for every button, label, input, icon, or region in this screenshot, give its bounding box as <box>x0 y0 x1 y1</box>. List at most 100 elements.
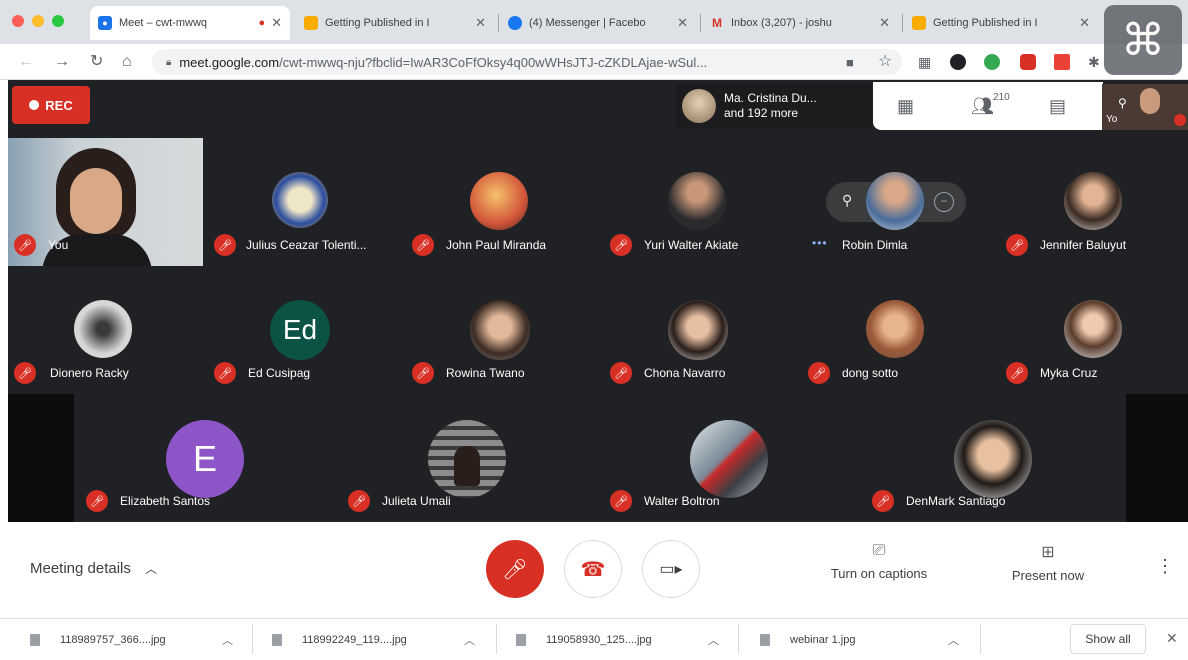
tab-divider <box>700 14 701 32</box>
tab-gmail[interactable]: M Inbox (3,207) - joshu ✕ <box>702 6 898 40</box>
participant-avatar[interactable] <box>954 420 1032 498</box>
tab-meet[interactable]: ● Meet – cwt-mwwq ● ✕ <box>90 6 290 40</box>
extension-4-icon[interactable] <box>1054 54 1070 70</box>
show-all-downloads-button[interactable]: Show all <box>1070 624 1146 654</box>
file-icon <box>516 634 526 646</box>
pin-icon[interactable]: ⚲ <box>1118 96 1127 110</box>
present-now-button[interactable]: ⊞ Present now <box>1000 542 1096 583</box>
close-tab-icon[interactable]: ✕ <box>271 15 282 31</box>
participant-name: John Paul Miranda <box>446 238 547 252</box>
muted-mic-icon: 🎤︎ <box>214 362 236 384</box>
chevron-up-icon[interactable]: ︿ <box>948 632 959 648</box>
participant-name: Rowina Twano <box>446 366 525 380</box>
chevron-up-icon[interactable]: ︿ <box>222 632 233 648</box>
participant-avatar[interactable] <box>668 172 726 230</box>
download-item[interactable]: 118992249_119....jpg ︿ <box>272 628 484 652</box>
self-thumb-label: Yo <box>1106 114 1118 125</box>
gmail-favicon-icon: M <box>712 16 722 30</box>
tab-divider <box>902 14 903 32</box>
browser-tab-strip: ● Meet – cwt-mwwq ● ✕ Getting Published … <box>0 0 1188 44</box>
participant-name: Julius Ceazar Tolenti... <box>246 238 367 252</box>
extension-2-icon[interactable] <box>984 54 1000 70</box>
close-tab-icon[interactable]: ✕ <box>475 15 486 31</box>
close-tab-icon[interactable]: ✕ <box>1079 15 1090 31</box>
active-speaker-panel[interactable]: Ma. Cristina Du... and 192 more <box>676 84 872 128</box>
participant-name: Yuri Walter Akiate <box>644 238 739 252</box>
chat-icon[interactable]: ▤ <box>1049 96 1066 117</box>
hang-up-icon: ☎︎ <box>580 558 606 581</box>
extension-1-icon[interactable] <box>950 54 966 70</box>
participant-avatar[interactable] <box>470 172 528 230</box>
leave-call-button[interactable]: ☎︎ <box>564 540 622 598</box>
participant-name: Ed Cusipag <box>248 366 311 380</box>
download-item[interactable]: webinar 1.jpg ︿ <box>760 628 966 652</box>
participant-avatar[interactable] <box>1064 300 1122 358</box>
muted-mic-icon: 🎤︎ <box>412 234 434 256</box>
self-thumb-face <box>1140 88 1160 114</box>
grid-left-edge <box>8 394 74 522</box>
participants-icon[interactable]: 👥︎ <box>971 96 994 117</box>
meeting-details-button[interactable]: Meeting details ︿ <box>30 560 157 577</box>
close-tab-icon[interactable]: ✕ <box>879 15 890 31</box>
extension-3-icon[interactable] <box>1020 54 1036 70</box>
bookmark-star-icon[interactable]: ☆ <box>878 52 892 72</box>
participants-count: 210 <box>993 92 1010 103</box>
layout-grid-icon[interactable]: ▦ <box>897 96 914 117</box>
download-item[interactable]: 119058930_125....jpg ︿ <box>516 628 728 652</box>
more-options-icon[interactable]: ⋮ <box>1156 556 1174 577</box>
participant-avatar[interactable] <box>74 300 132 358</box>
tab-getting-published-1[interactable]: Getting Published in I ✕ <box>296 6 494 40</box>
video-camera-icon: ▭▸ <box>659 561 683 578</box>
meet-top-controls: ▦ 👥︎ 210 ▤ <box>873 82 1103 130</box>
participant-avatar[interactable] <box>272 172 328 228</box>
speaker-others-count: and 192 more <box>724 106 799 120</box>
participant-avatar[interactable] <box>1064 172 1122 230</box>
speaking-dots-icon: ••• <box>812 236 828 250</box>
download-item[interactable]: 118989757_366....jpg ︿ <box>30 628 242 652</box>
close-tab-icon[interactable]: ✕ <box>677 15 688 31</box>
self-video-tile[interactable] <box>8 138 203 266</box>
file-icon <box>760 634 770 646</box>
chevron-up-icon[interactable]: ︿ <box>708 632 719 648</box>
participant-avatar[interactable] <box>866 300 924 358</box>
muted-mic-icon: 🎤︎ <box>86 490 108 512</box>
back-icon[interactable]: ← <box>18 52 34 72</box>
reload-icon[interactable]: ↻ <box>90 52 103 72</box>
muted-mic-icon: 🎤︎ <box>1006 362 1028 384</box>
address-bar[interactable]: 🔒︎ meet.google.com/cwt-mwwq-nju?fbclid=I… <box>152 49 902 75</box>
tab-messenger[interactable]: (4) Messenger | Facebo ✕ <box>500 6 696 40</box>
participant-name-self: You <box>48 238 69 252</box>
participant-avatar[interactable] <box>470 300 530 360</box>
participant-avatar[interactable] <box>866 172 924 230</box>
remove-participant-icon[interactable]: − <box>934 192 954 212</box>
participant-avatar[interactable] <box>690 420 768 498</box>
present-screen-icon: ⊞ <box>1041 544 1055 561</box>
notification-badge <box>1174 114 1186 126</box>
camera-in-use-icon[interactable]: ■ <box>846 53 854 73</box>
participant-name: Elizabeth Santos <box>120 494 211 508</box>
home-icon[interactable]: ⌂ <box>122 52 132 72</box>
chevron-up-icon[interactable]: ︿ <box>464 632 475 648</box>
pin-participant-icon[interactable]: ⚲ <box>842 192 852 209</box>
camera-toggle-button[interactable]: ▭▸ <box>642 540 700 598</box>
muted-mic-icon: 🎤︎ <box>808 362 830 384</box>
tab-divider <box>498 14 499 32</box>
browser-toolbar: ← → ↻ ⌂ 🔒︎ meet.google.com/cwt-mwwq-nju?… <box>0 44 1188 80</box>
mic-toggle-button[interactable]: 🎤︎ <box>486 540 544 598</box>
close-window-button[interactable] <box>12 15 24 27</box>
minimize-window-button[interactable] <box>32 15 44 27</box>
forward-icon[interactable]: → <box>54 52 70 72</box>
messenger-favicon-icon <box>508 16 522 30</box>
extension-grid-icon[interactable]: ▦ <box>918 52 931 72</box>
participant-initials-avatar[interactable]: E <box>166 420 244 498</box>
tab-getting-published-2[interactable]: Getting Published in I ✕ <box>904 6 1098 40</box>
participant-initials-avatar[interactable]: Ed <box>270 300 330 360</box>
close-shelf-icon[interactable]: ✕ <box>1166 630 1178 647</box>
slides-favicon-icon <box>304 16 318 30</box>
maximize-window-button[interactable] <box>52 15 64 27</box>
extensions-puzzle-icon[interactable]: ✱ <box>1088 52 1100 72</box>
participant-avatar[interactable] <box>668 300 728 360</box>
command-key-overlay-icon: ⌘ <box>1104 5 1182 75</box>
self-view-thumbnail[interactable]: ⚲ Yo <box>1102 84 1188 130</box>
captions-button[interactable]: ⎚ Turn on captions <box>822 542 936 581</box>
